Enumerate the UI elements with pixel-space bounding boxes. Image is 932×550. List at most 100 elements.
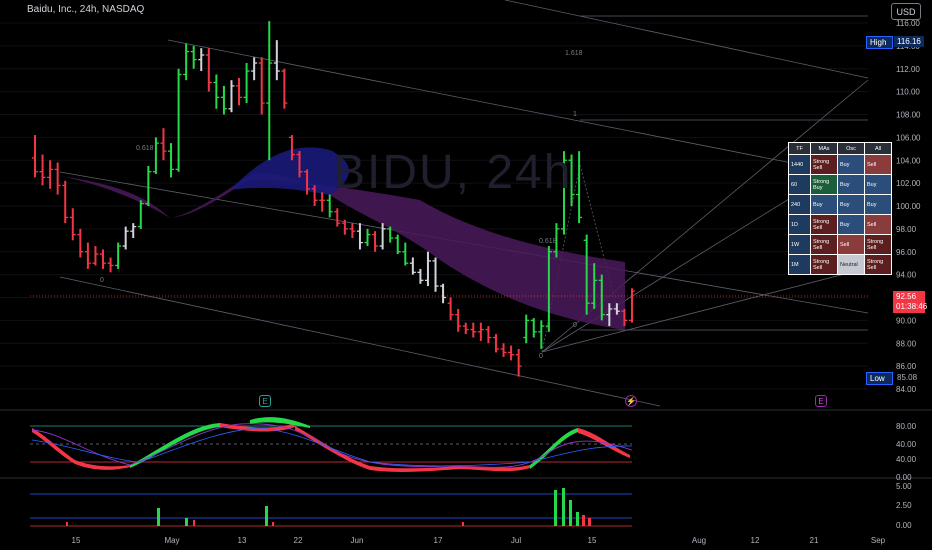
channel-top-line <box>504 0 869 79</box>
oscillator-tick-label: 40.00 <box>896 440 917 449</box>
price-chart[interactable]: 116.00114.00112.00110.00108.00106.00104.… <box>0 0 932 550</box>
low-value: 85.08 <box>897 373 918 382</box>
ohlc-bar <box>160 128 167 161</box>
high-label: High <box>866 36 893 49</box>
price-tick-label: 100.00 <box>896 202 921 211</box>
ohlc-bar <box>470 322 477 338</box>
table-cell-tf: 1W <box>788 234 811 255</box>
table-cell-tf: 1D <box>788 214 811 235</box>
symbol-watermark: BIDU, 24h <box>333 146 573 199</box>
table-cell-mas: Strong Buy <box>810 174 838 195</box>
oscillator-tick-label: 80.00 <box>896 422 917 431</box>
time-tick-label: Jun <box>351 536 364 545</box>
table-cell-osc: Neutral <box>837 254 865 275</box>
ohlc-bar <box>84 242 91 269</box>
trend-lines <box>59 0 869 407</box>
chart-title: Baidu, Inc., 24h, NASDAQ <box>27 4 145 15</box>
price-axis: 116.00114.00112.00110.00108.00106.00104.… <box>896 19 921 394</box>
oscillator-fill-red <box>32 428 130 470</box>
ohlc-bar <box>205 48 212 92</box>
time-tick-label: 17 <box>434 536 443 545</box>
ohlc-bar <box>349 223 356 239</box>
dividend-event-icon[interactable]: ⚡ <box>625 395 637 407</box>
bar-countdown: 01:38:46 <box>896 302 928 311</box>
table-header-tf: TF <box>788 142 811 155</box>
time-tick-label: 15 <box>588 536 597 545</box>
cloud-blue <box>230 147 349 195</box>
ohlc-bar <box>485 326 492 344</box>
time-tick-label: 12 <box>751 536 760 545</box>
oscillator-tick-label: 40.00 <box>896 455 917 464</box>
table-cell-osc: Sell <box>837 234 865 255</box>
table-cell-all: Buy <box>864 194 892 215</box>
volume-tick-label: 2.50 <box>896 501 912 510</box>
table-cell-mas: Strong Sell <box>810 234 838 255</box>
oscillator-pane <box>30 417 633 472</box>
ohlc-bar <box>319 192 326 212</box>
table-cell-mas: Strong Sell <box>810 254 838 275</box>
current-price-value: 92.56 <box>896 292 917 301</box>
oscillator-fill-green-3 <box>530 428 578 469</box>
ohlc-bar <box>379 223 386 250</box>
price-tick-label: 106.00 <box>896 133 921 142</box>
ohlc-bar <box>92 246 99 266</box>
ohlc-bar <box>258 57 265 115</box>
ohlc-bar <box>477 322 484 341</box>
price-tick-label: 84.00 <box>896 385 917 394</box>
time-tick-label: May <box>164 536 179 545</box>
price-tick-label: 88.00 <box>896 339 917 348</box>
ohlc-bar <box>266 21 273 161</box>
ohlc-bar <box>107 257 114 273</box>
earnings-event-icon[interactable]: E <box>259 395 271 407</box>
fib-label-1618: 1.618 <box>565 50 583 57</box>
time-tick-label: 15 <box>72 536 81 545</box>
oscillator-signal-line <box>31 423 633 468</box>
ohlc-bar <box>62 180 69 224</box>
ohlc-bar <box>508 345 515 361</box>
table-row: 1M Strong Sell Neutral Strong Sell <box>788 254 892 275</box>
earnings-upcoming-icon[interactable]: E <box>815 395 827 407</box>
ohlc-bar <box>183 43 190 81</box>
price-tick-label: 86.00 <box>896 362 917 371</box>
time-tick-label: 13 <box>238 536 247 545</box>
volume-tick-label: 5.00 <box>896 482 912 491</box>
price-tick-label: 104.00 <box>896 156 921 165</box>
fib-label-0-a: 0 <box>100 277 104 284</box>
fib-label-0618-b: 0.618 <box>539 238 557 245</box>
ohlc-bar <box>175 68 182 172</box>
currency-button[interactable]: USD <box>891 3 921 20</box>
table-cell-all: Strong Sell <box>864 254 892 275</box>
ohlc-bar <box>424 251 431 287</box>
high-value: 116.16 <box>894 36 924 47</box>
ohlc-bar <box>447 297 454 321</box>
time-tick-label: Aug <box>692 536 706 545</box>
time-tick-label: Jul <box>511 536 521 545</box>
oscillator-axis: 80.00 40.00 0.00 40.00 <box>896 422 917 482</box>
ohlc-bar <box>130 223 137 239</box>
ohlc-bar <box>356 223 363 250</box>
table-row: 240 Buy Buy Buy <box>788 194 892 215</box>
table-header-mas: MAs <box>810 142 838 155</box>
ohlc-bar <box>417 268 424 284</box>
table-header-row: TF MAs Osc All <box>788 142 892 155</box>
ohlc-bar <box>281 68 288 109</box>
ohlc-bar <box>394 234 401 255</box>
ohlc-bar <box>32 135 38 178</box>
ohlc-bar <box>629 288 635 323</box>
ohlc-bar <box>122 226 129 250</box>
ohlc-bar <box>530 318 537 338</box>
time-tick-label: Sep <box>871 536 886 545</box>
ohlc-bar <box>115 242 122 269</box>
table-header-all: All <box>864 142 892 155</box>
table-cell-tf: 240 <box>788 194 811 215</box>
oscillator-tick-label: 0.00 <box>896 473 912 482</box>
price-tick-label: 90.00 <box>896 316 917 325</box>
ohlc-bar <box>523 314 530 344</box>
ohlc-bar <box>145 165 152 206</box>
low-label: Low <box>866 372 893 385</box>
ohlc-bar <box>500 343 507 357</box>
price-tick-label: 110.00 <box>896 88 920 97</box>
ohlc-bar <box>152 137 159 174</box>
ohlc-bar <box>69 208 76 241</box>
ohlc-bar <box>39 154 46 186</box>
